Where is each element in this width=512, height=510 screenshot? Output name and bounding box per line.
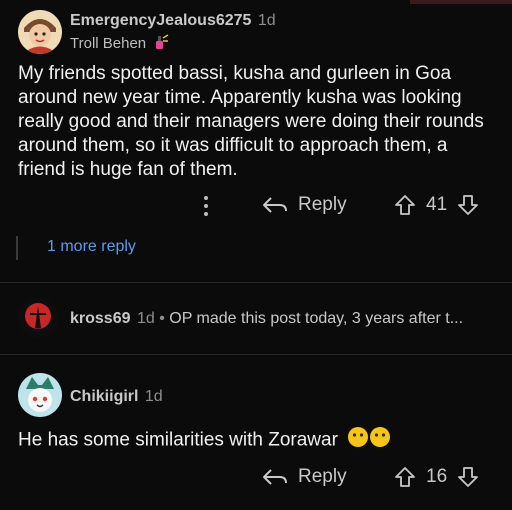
username[interactable]: kross69 (70, 310, 131, 327)
reply-label: Reply (298, 466, 347, 487)
user-flair: Troll Behen (70, 33, 170, 55)
vote-score: 16 (426, 466, 448, 487)
vote-controls: 16 (394, 466, 479, 488)
comment-age: 1d (136, 310, 155, 327)
thread-line[interactable] (16, 236, 18, 260)
comment-actions: Reply 41 (0, 190, 512, 222)
comment-3: Chikiigirl 1d He has some similarities w… (0, 355, 512, 510)
comment-1: EmergencyJealous6275 1d Troll Behen My f… (0, 0, 512, 280)
comment-body: My friends spotted bassi, kusha and gurl… (18, 63, 484, 180)
meta-separator: • (159, 310, 165, 327)
comment-actions: Reply 16 (0, 462, 512, 494)
user-avatar-icon (18, 10, 62, 54)
reply-arrow-icon (263, 469, 287, 485)
avatar[interactable] (18, 10, 62, 54)
comment-2-collapsed[interactable]: kross69 1d • OP made this post today, 3 … (0, 283, 512, 353)
avatar[interactable] (18, 298, 58, 338)
nail-polish-icon (152, 33, 170, 55)
downvote-icon[interactable] (457, 466, 479, 488)
comment-meta: kross69 1d • OP made this post today, 3 … (70, 310, 463, 328)
collapsed-preview: OP made this post today, 3 years after t… (169, 310, 464, 327)
comment-meta: EmergencyJealous6275 1d (70, 12, 276, 30)
comment-meta: Chikiigirl 1d (70, 388, 163, 406)
vote-controls: 41 (394, 194, 479, 216)
cat-avatar-icon (18, 373, 62, 417)
upvote-icon[interactable] (394, 466, 416, 488)
downvote-icon[interactable] (457, 194, 479, 216)
more-replies-link[interactable]: 1 more reply (47, 238, 136, 256)
more-options-icon[interactable] (204, 196, 208, 216)
username[interactable]: Chikiigirl (70, 388, 138, 405)
samurai-avatar-icon (18, 298, 58, 338)
comment-text: He has some similarities with Zorawar (18, 429, 338, 451)
reply-button[interactable]: Reply (262, 466, 347, 488)
comment-age: 1d (257, 12, 276, 29)
vote-score: 41 (426, 194, 448, 215)
comment-age: 1d (144, 388, 163, 405)
no-mouth-emoji-icon (347, 426, 391, 455)
reply-button[interactable]: Reply (262, 194, 347, 216)
avatar[interactable] (18, 373, 62, 417)
comment-body: He has some similarities with Zorawar (18, 426, 498, 455)
username[interactable]: EmergencyJealous6275 (70, 12, 251, 29)
upvote-icon[interactable] (394, 194, 416, 216)
flair-label: Troll Behen (70, 34, 147, 52)
reply-arrow-icon (263, 197, 287, 213)
reply-label: Reply (298, 194, 347, 215)
